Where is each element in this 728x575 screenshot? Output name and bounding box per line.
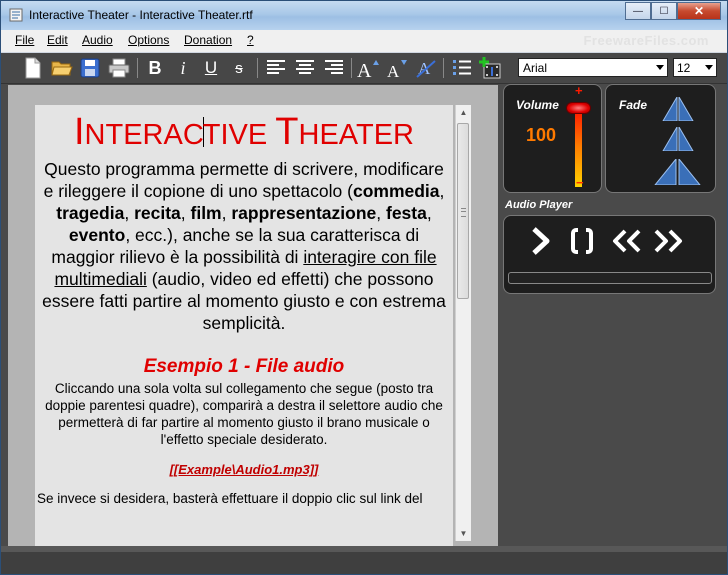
- fade-panel: Fade: [605, 84, 716, 193]
- italic-button[interactable]: i: [171, 56, 195, 80]
- title-bar[interactable]: Interactive Theater - Interactive Theate…: [1, 1, 727, 30]
- menu-file[interactable]: File: [15, 33, 34, 47]
- window-title: Interactive Theater - Interactive Theate…: [29, 8, 253, 22]
- open-folder-icon[interactable]: [50, 56, 74, 80]
- maximize-button[interactable]: ☐: [651, 2, 677, 20]
- editor-area: INTERACTIVE THEATER Questo programma per…: [8, 85, 498, 546]
- scroll-thumb[interactable]: [457, 123, 469, 299]
- audio-player-label: Audio Player: [505, 199, 573, 211]
- volume-panel: Volume 100 + −: [503, 83, 602, 193]
- volume-minus-icon: −: [576, 175, 584, 190]
- app-icon: [9, 8, 23, 22]
- toolbar: B i U s A A A Arial 12: [1, 53, 727, 84]
- example-paragraph: Cliccando una sola volta sul collegament…: [45, 381, 443, 447]
- rewind-icon[interactable]: [610, 224, 644, 258]
- volume-slider-knob[interactable]: [566, 102, 591, 114]
- document-page[interactable]: INTERACTIVE THEATER Questo programma per…: [35, 105, 453, 546]
- example-heading: Esempio 1 - File audio: [143, 356, 345, 377]
- align-left-icon[interactable]: [264, 56, 288, 80]
- font-family-value: Arial: [523, 61, 548, 75]
- volume-value: 100: [526, 125, 557, 145]
- align-right-icon[interactable]: [322, 56, 346, 80]
- document-text-line: Se invece si desidera, basterà effettuar…: [37, 491, 423, 506]
- font-family-select[interactable]: Arial: [518, 58, 668, 77]
- scroll-down-icon[interactable]: ▼: [456, 526, 471, 541]
- bullet-list-icon[interactable]: [450, 56, 474, 80]
- intro-paragraph: Questo programma permette di scrivere, m…: [42, 159, 446, 333]
- status-bar: [1, 552, 727, 574]
- fade-in-icon[interactable]: [657, 97, 699, 121]
- volume-plus-icon: +: [575, 83, 583, 98]
- align-center-icon[interactable]: [293, 56, 317, 80]
- close-button[interactable]: ✕: [677, 2, 721, 20]
- minimize-button[interactable]: —: [625, 2, 651, 20]
- svg-text:A: A: [387, 62, 400, 79]
- strikethrough-button[interactable]: s: [227, 56, 251, 80]
- new-document-icon[interactable]: [21, 56, 45, 80]
- underline-button[interactable]: U: [199, 56, 223, 80]
- chevron-down-icon: [656, 65, 664, 70]
- stop-icon[interactable]: [568, 224, 596, 258]
- audio-progress-bar[interactable]: [508, 272, 712, 284]
- font-size-value: 12: [677, 61, 691, 75]
- menu-options[interactable]: Options: [128, 33, 169, 47]
- font-grow-icon[interactable]: A: [356, 56, 380, 80]
- font-shrink-icon[interactable]: A: [385, 56, 409, 80]
- app-window: Interactive Theater - Interactive Theate…: [0, 0, 728, 575]
- document-title: INTERACTIVE THEATER: [73, 111, 414, 153]
- menu-audio[interactable]: Audio: [82, 33, 113, 47]
- fade-cross-icon[interactable]: [657, 127, 699, 151]
- fade-label: Fade: [619, 98, 648, 112]
- chevron-down-icon: [705, 65, 713, 70]
- insert-media-icon[interactable]: [478, 56, 502, 80]
- menu-help[interactable]: ?: [247, 33, 254, 47]
- play-icon[interactable]: [526, 224, 556, 258]
- save-icon[interactable]: [78, 56, 102, 80]
- print-icon[interactable]: [107, 56, 131, 80]
- volume-label: Volume: [516, 98, 559, 112]
- audio-player-panel: [503, 215, 716, 294]
- audio-link[interactable]: [[Example\Audio1.mp3]]: [35, 462, 453, 477]
- menu-donation[interactable]: Donation: [184, 33, 232, 47]
- scroll-up-icon[interactable]: ▲: [456, 105, 471, 120]
- menu-edit[interactable]: Edit: [47, 33, 68, 47]
- font-size-select[interactable]: 12: [673, 58, 717, 77]
- vertical-scrollbar[interactable]: ▲ ▼: [455, 105, 471, 541]
- menu-bar: File Edit Audio Options Donation ? Freew…: [1, 30, 727, 53]
- font-color-icon[interactable]: A: [414, 56, 438, 80]
- bold-button[interactable]: B: [143, 56, 167, 80]
- fade-out-icon[interactable]: [653, 159, 703, 185]
- fast-forward-icon[interactable]: [651, 224, 685, 258]
- watermark: FreewareFiles.com: [583, 33, 709, 48]
- svg-text:A: A: [357, 60, 372, 79]
